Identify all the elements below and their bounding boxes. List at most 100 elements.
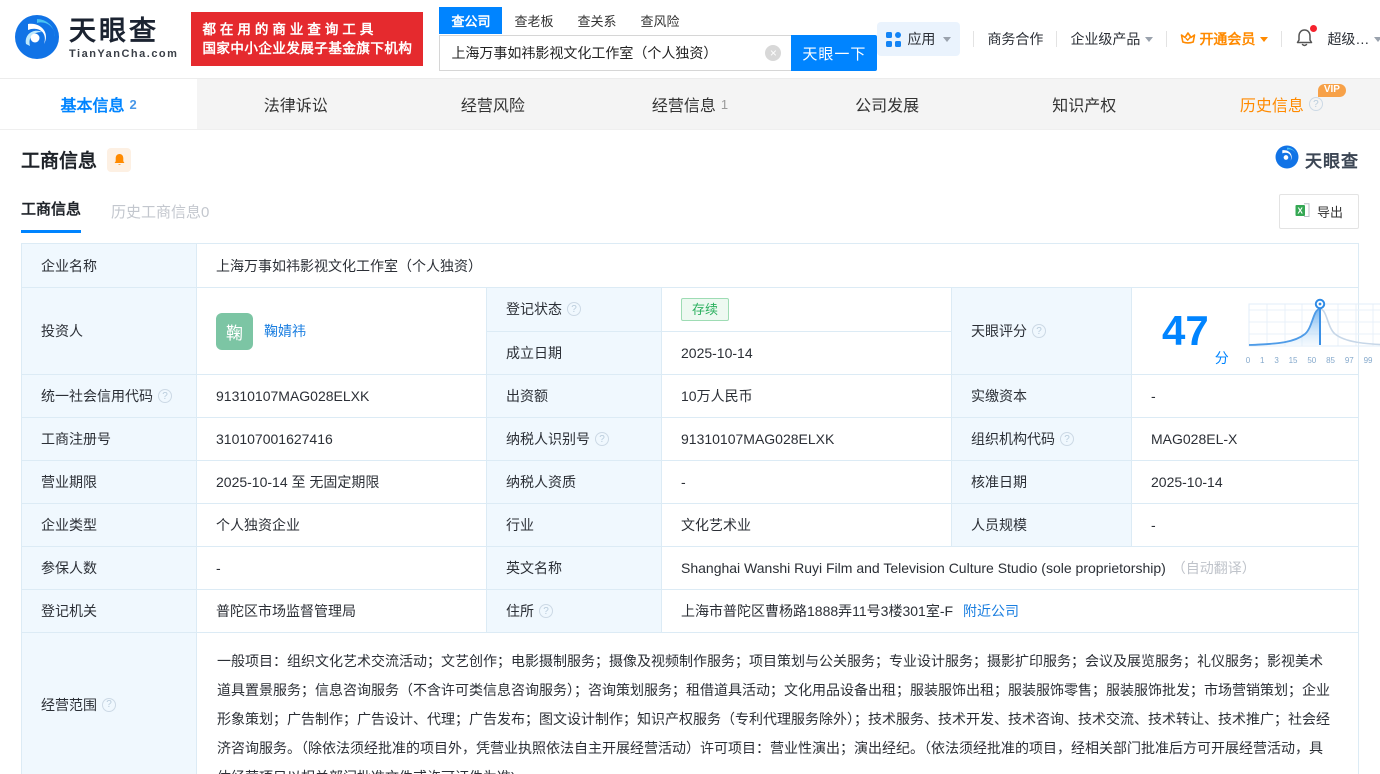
menu-enterprise[interactable]: 企业级产品 [1070, 29, 1154, 49]
search-input[interactable] [439, 35, 792, 71]
field-label: 组织机构代码 ? [952, 418, 1132, 460]
score-distribution-chart: 0131550859799100 [1245, 298, 1380, 365]
field-label: 登记机关 [22, 590, 197, 632]
account-menu[interactable]: 超级… [1327, 29, 1380, 49]
export-button[interactable]: X 导出 [1278, 194, 1359, 229]
field-value: 个人独资企业 [197, 504, 487, 546]
table-row: 参保人数 - 英文名称 Shanghai Wanshi Ruyi Film an… [22, 547, 1358, 590]
search-tab-company[interactable]: 查公司 [439, 7, 503, 34]
divider [1166, 31, 1168, 47]
field-label: 人员规模 [952, 504, 1132, 546]
notification-bell-icon[interactable] [1295, 24, 1318, 51]
company-name-value: 上海万事如祎影视文化工作室（个人独资） [197, 244, 1358, 287]
field-label: 成立日期 [487, 331, 662, 374]
tab-company-development[interactable]: 公司发展 [789, 79, 986, 129]
subtab-history-business-info[interactable]: 历史工商信息0 [111, 201, 209, 233]
search-tab-boss[interactable]: 查老板 [502, 7, 565, 34]
table-row: 投资人 鞠 鞠婧祎 登记状态 ? 存续 成立日期 2025-10-14 天眼评分… [22, 288, 1380, 375]
table-row: 统一社会信用代码 ? 91310107MAG028ELXK 出资额 10万人民币… [22, 375, 1358, 418]
tab-basic-info[interactable]: 基本信息 2 [0, 79, 198, 129]
menu-cooperation[interactable]: 商务合作 [987, 29, 1043, 49]
company-nav-tabs: 基本信息 2 法律诉讼 经营风险 经营信息 1 公司发展 知识产权 历史信息 ?… [0, 78, 1380, 130]
score-unit: 分 [1214, 350, 1229, 366]
apps-menu[interactable]: 应用 [877, 22, 961, 56]
field-label: 纳税人资质 [487, 461, 662, 503]
chevron-down-icon [1374, 36, 1380, 42]
auto-translate-note: （自动翻译） [1171, 560, 1256, 576]
field-label: 统一社会信用代码 ? [22, 375, 197, 417]
apps-grid-icon [886, 31, 902, 47]
chevron-down-icon [943, 36, 952, 42]
promo-banner: 都在用的商业查询工具 国家中小企业发展子基金旗下机构 [191, 12, 424, 66]
svg-text:X: X [1298, 206, 1304, 215]
status-badge: 存续 [681, 297, 730, 321]
tab-count: 2 [129, 96, 137, 112]
field-value: - [1132, 504, 1358, 546]
field-value: 2025-10-14 [1132, 461, 1358, 503]
menu-open-vip[interactable]: 开通会员 [1180, 29, 1269, 49]
tab-label: 知识产权 [1052, 98, 1117, 115]
english-name-value: Shanghai Wanshi Ruyi Film and Television… [681, 560, 1166, 576]
chevron-down-icon [1145, 36, 1154, 42]
field-value: MAG028EL-X [1132, 418, 1358, 460]
field-label: 天眼评分 ? [952, 288, 1132, 374]
business-scope-value: 一般项目：组织文化艺术交流活动；文艺创作；电影摄制服务；摄像及视频制作服务；项目… [197, 633, 1358, 774]
established-date-value: 2025-10-14 [662, 331, 951, 374]
tab-label: 基本信息 [60, 98, 125, 115]
help-icon[interactable]: ? [1032, 324, 1046, 338]
crown-icon [1180, 31, 1196, 48]
investor-link[interactable]: 鞠婧祎 [264, 321, 306, 341]
search-button[interactable]: 天眼一下 [791, 35, 878, 71]
vip-label: 开通会员 [1199, 31, 1256, 47]
field-value: 普陀区市场监督管理局 [197, 590, 487, 632]
field-label: 出资额 [487, 375, 662, 417]
table-row: 企业类型 个人独资企业 行业 文化艺术业 人员规模 - [22, 504, 1358, 547]
search-tab-risk[interactable]: 查风险 [628, 7, 691, 34]
field-label: 企业类型 [22, 504, 197, 546]
nearby-companies-link[interactable]: 附近公司 [963, 601, 1019, 621]
tab-intellectual-property[interactable]: 知识产权 [986, 79, 1183, 129]
promo-line1: 都在用的商业查询工具 [202, 22, 378, 37]
main-content: 工商信息 天眼查 工商信息 历史工商信息0 X 导出 企业名称 上海万事如祎影视… [0, 130, 1380, 774]
tab-label: 公司发展 [855, 98, 920, 115]
help-icon[interactable]: ? [539, 604, 553, 618]
field-label: 参保人数 [22, 547, 197, 589]
brand-domain: TianYanCha.com [69, 48, 179, 60]
search-tab-relation[interactable]: 查关系 [565, 7, 628, 34]
table-row: 登记机关 普陀区市场监督管理局 住所 ? 上海市普陀区曹杨路1888弄11号3楼… [22, 590, 1358, 633]
field-label-text: 天眼评分 [971, 323, 1027, 339]
field-label: 企业名称 [22, 244, 197, 287]
subscribe-bell-icon[interactable] [107, 147, 132, 172]
field-value: 文化艺术业 [662, 504, 952, 546]
brand-name: 天眼查 [69, 16, 159, 46]
field-value: - [1132, 375, 1358, 417]
help-icon[interactable]: ? [1308, 97, 1323, 111]
registration-status-cell: 存续 [662, 288, 951, 331]
help-icon[interactable]: ? [595, 432, 609, 446]
tab-label: 法律诉讼 [263, 98, 328, 115]
field-value: 2025-10-14 至 无固定期限 [197, 461, 487, 503]
watermark-logo: 天眼查 [1275, 145, 1359, 174]
help-icon[interactable]: ? [567, 302, 581, 317]
investor-avatar[interactable]: 鞠 [216, 312, 253, 350]
help-icon[interactable]: ? [1060, 432, 1074, 446]
page-header: 天眼查 TianYanCha.com 都在用的商业查询工具 国家中小企业发展子基… [0, 0, 1380, 78]
tab-operation-info[interactable]: 经营信息 1 [591, 79, 788, 129]
tianyancha-logo[interactable]: 天眼查 TianYanCha.com [14, 14, 178, 65]
investor-cell: 鞠 鞠婧祎 [197, 288, 487, 374]
tab-legal[interactable]: 法律诉讼 [197, 79, 394, 129]
help-icon[interactable]: ? [158, 389, 172, 403]
tab-operation-risk[interactable]: 经营风险 [394, 79, 591, 129]
field-value: 91310107MAG028ELXK [197, 375, 487, 417]
help-icon[interactable]: ? [102, 697, 116, 712]
field-label-text: 统一社会信用代码 [41, 388, 153, 404]
tab-label: 历史信息 [1239, 98, 1304, 115]
table-row: 经营范围 ? 一般项目：组织文化艺术交流活动；文艺创作；电影摄制服务；摄像及视频… [22, 633, 1358, 774]
field-label: 营业期限 [22, 461, 197, 503]
divider [973, 31, 975, 47]
field-value: 10万人民币 [662, 375, 952, 417]
tab-history-info[interactable]: 历史信息 ? VIP [1183, 79, 1380, 129]
table-row: 企业名称 上海万事如祎影视文化工作室（个人独资） [22, 244, 1358, 288]
tianyancha-swirl-icon [1275, 145, 1299, 174]
subtab-business-info[interactable]: 工商信息 [21, 198, 82, 233]
